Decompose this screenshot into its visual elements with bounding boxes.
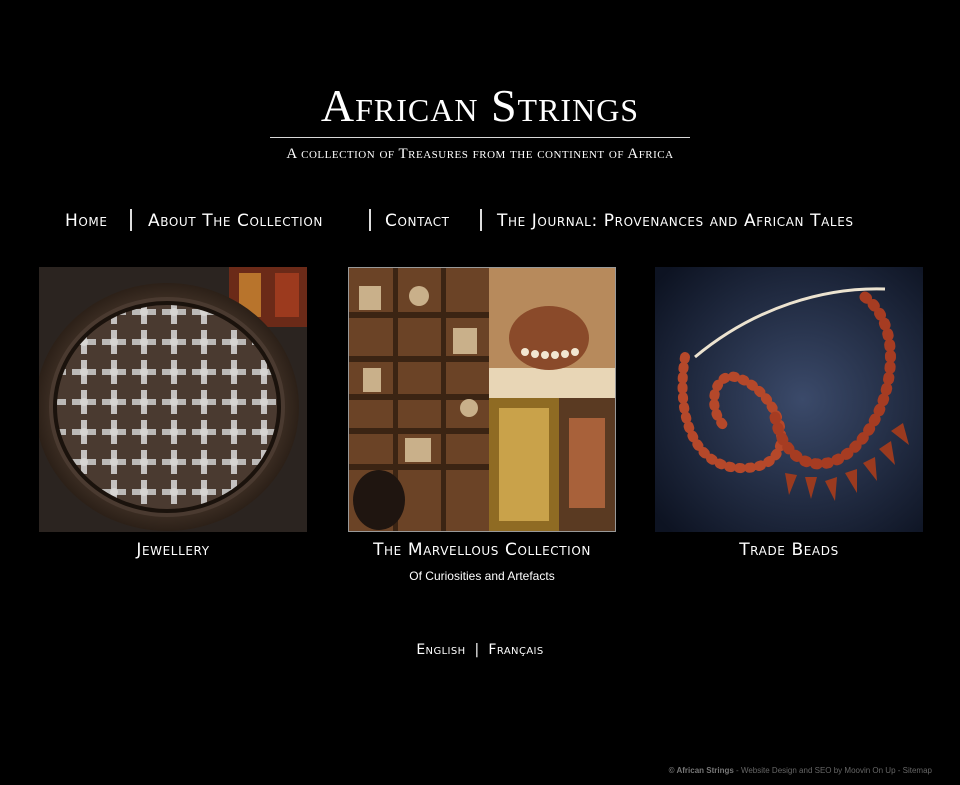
lang-french[interactable]: Français [488,642,543,658]
nav-home[interactable]: Home [65,206,108,236]
lang-separator: | [474,642,480,658]
site-tagline: A collection of Treasures from the conti… [286,146,674,162]
main-nav: Home About The Collection Contact The Jo… [0,206,960,236]
site-footer: © African Strings - Website Design and S… [669,766,932,775]
title-divider [270,137,690,138]
lang-english[interactable]: English [416,642,465,658]
nav-separator [369,209,371,231]
nav-journal[interactable]: The Journal: Provenances and African Tal… [497,206,854,236]
site-header: African Strings A collection of Treasure… [0,80,960,162]
language-switcher: English | Français [0,642,960,658]
tile-subcaption: Of Curiosities and Artefacts [409,569,555,583]
tile-caption[interactable]: Trade Beads [625,540,953,560]
tile-marvellous-collection[interactable]: The Marvellous Collection Of Curiosities… [348,267,616,583]
nav-contact[interactable]: Contact [385,206,450,236]
trade-beads-image[interactable] [655,267,923,532]
collection-image[interactable] [348,267,616,532]
nav-about-collection[interactable]: About The Collection [148,206,323,236]
nav-separator [130,209,132,231]
tile-trade-beads[interactable]: Trade Beads [655,267,923,560]
jewellery-image[interactable] [39,267,307,532]
site-title[interactable]: African Strings [0,80,960,132]
tile-jewellery[interactable]: Jewellery [39,267,307,560]
tile-caption[interactable]: The Marvellous Collection [318,540,646,560]
footer-brand[interactable]: © African Strings [669,766,734,775]
footer-text: - Website Design and SEO by Moovin On Up… [733,766,932,775]
tile-caption[interactable]: Jewellery [9,540,337,560]
nav-separator [480,209,482,231]
